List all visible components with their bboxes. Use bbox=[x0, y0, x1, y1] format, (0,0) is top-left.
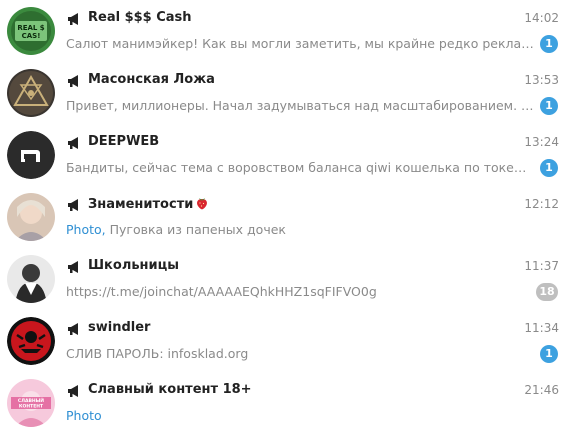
svg-text:КОНТЕНТ: КОНТЕНТ bbox=[19, 404, 44, 410]
chat-preview: СЛИВ ПАРОЛЬ: infosklad.org bbox=[66, 346, 534, 361]
unread-badge: 1 bbox=[540, 345, 558, 363]
preview-media-label: Photo bbox=[66, 408, 102, 423]
unread-badge: 1 bbox=[540, 159, 558, 177]
money-avatar: REAL $ CAS! bbox=[7, 7, 55, 55]
chat-time: 11:34 bbox=[524, 321, 559, 335]
schoolgirls-avatar bbox=[7, 255, 55, 303]
chat-row-schoolgirls[interactable]: Школьницы 11:37 https://t.me/joinchat/AA… bbox=[0, 248, 568, 310]
deepweb-avatar bbox=[7, 131, 55, 179]
preview-text: СЛИВ ПАРОЛЬ: infosklad.org bbox=[66, 346, 249, 361]
strawberry-icon bbox=[197, 198, 208, 210]
megaphone-icon bbox=[67, 12, 83, 26]
chat-list: REAL $ CAS! Real $$$ Cash 14:02 Салют ма… bbox=[0, 0, 568, 439]
chat-title: DEEPWEB bbox=[88, 134, 160, 149]
chat-preview: Салют манимэйкер! Как вы могли заметить,… bbox=[66, 36, 534, 51]
megaphone-icon bbox=[67, 322, 83, 336]
chat-row-swindler[interactable]: swindler 11:34 СЛИВ ПАРОЛЬ: infosklad.or… bbox=[0, 310, 568, 372]
megaphone-icon bbox=[67, 136, 83, 150]
chat-title: Славный контент 18+ bbox=[88, 382, 252, 397]
chat-time: 21:46 bbox=[524, 383, 559, 397]
celebrity-avatar bbox=[7, 193, 55, 241]
unread-badge: 1 bbox=[540, 97, 558, 115]
chat-row-deepweb[interactable]: DEEPWEB 13:24 Бандиты, сейчас тема с вор… bbox=[0, 124, 568, 186]
preview-text: Бандиты, сейчас тема с воровством баланс… bbox=[66, 160, 534, 175]
chat-row-celebrities[interactable]: Знаменитости 12:12 Photo, Пуговка из пап… bbox=[0, 186, 568, 248]
chat-preview: Photo bbox=[66, 408, 534, 423]
preview-media-label: Photo, bbox=[66, 222, 110, 237]
chat-title-text: Знаменитости bbox=[88, 197, 194, 212]
preview-text: Привет, миллионеры. Начал задумываться н… bbox=[66, 98, 534, 113]
chat-row-real-cash[interactable]: REAL $ CAS! Real $$$ Cash 14:02 Салют ма… bbox=[0, 0, 568, 62]
svg-text:CAS!: CAS! bbox=[22, 32, 41, 40]
masonic-avatar bbox=[7, 69, 55, 117]
svg-text:REAL $: REAL $ bbox=[17, 24, 44, 32]
chat-title: Масонская Ложа bbox=[88, 72, 215, 87]
preview-text: https://t.me/joinchat/AAAAAEQhkHHZ1sqFIF… bbox=[66, 284, 377, 299]
preview-text: Салют манимэйкер! Как вы могли заметить,… bbox=[66, 36, 534, 51]
chat-time: 11:37 bbox=[524, 259, 559, 273]
content-avatar: СЛАВНЫЙ КОНТЕНТ bbox=[7, 379, 55, 427]
chat-preview: Бандиты, сейчас тема с воровством баланс… bbox=[66, 160, 534, 175]
chat-time: 14:02 bbox=[524, 11, 559, 25]
megaphone-icon bbox=[67, 260, 83, 274]
preview-text: Пуговка из папеных дочек bbox=[109, 222, 286, 237]
megaphone-icon bbox=[67, 74, 83, 88]
swindler-avatar bbox=[7, 317, 55, 365]
unread-badge-muted: 18 bbox=[536, 283, 558, 301]
chat-title: Знаменитости bbox=[88, 196, 209, 212]
chat-preview: https://t.me/joinchat/AAAAAEQhkHHZ1sqFIF… bbox=[66, 284, 534, 299]
megaphone-icon bbox=[67, 198, 83, 212]
chat-title: swindler bbox=[88, 320, 151, 335]
chat-row-masonic-lodge[interactable]: Масонская Ложа 13:53 Привет, миллионеры.… bbox=[0, 62, 568, 124]
chat-time: 12:12 bbox=[524, 197, 559, 211]
unread-badge: 1 bbox=[540, 35, 558, 53]
chat-row-glorious-content[interactable]: СЛАВНЫЙ КОНТЕНТ Славный контент 18+ 21:4… bbox=[0, 372, 568, 434]
chat-time: 13:53 bbox=[524, 73, 559, 87]
chat-preview: Photo, Пуговка из папеных дочек bbox=[66, 222, 534, 237]
chat-time: 13:24 bbox=[524, 135, 559, 149]
chat-title: Школьницы bbox=[88, 258, 180, 273]
megaphone-icon bbox=[67, 384, 83, 398]
chat-title: Real $$$ Cash bbox=[88, 10, 192, 25]
chat-preview: Привет, миллионеры. Начал задумываться н… bbox=[66, 98, 534, 113]
